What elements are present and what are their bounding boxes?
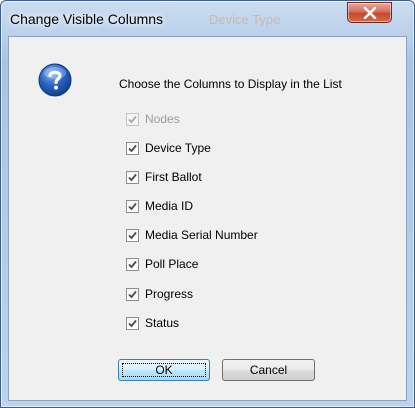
dialog-window: Change Visible Columns Device Type Choos… [0, 0, 415, 408]
check-icon [128, 231, 137, 239]
checkbox[interactable] [126, 141, 139, 155]
dialog-heading: Choose the Columns to Display in the Lis… [119, 77, 342, 91]
cancel-button[interactable]: Cancel [222, 359, 315, 381]
column-checkbox-media-serial-number[interactable]: Media Serial Number [126, 226, 258, 244]
checkbox-label: Media Serial Number [145, 228, 258, 242]
check-icon [128, 173, 137, 181]
check-icon [128, 290, 137, 298]
ok-button[interactable]: OK [118, 359, 210, 381]
checkbox[interactable] [126, 228, 139, 242]
column-checkbox-status[interactable]: Status [126, 314, 179, 332]
column-checkbox-poll-place[interactable]: Poll Place [126, 255, 198, 273]
checkbox-label: Device Type [145, 141, 211, 155]
checkbox-label: Status [145, 316, 180, 330]
title-bar[interactable]: Change Visible Columns Device Type [1, 1, 414, 37]
checkbox[interactable] [126, 287, 139, 301]
checkbox-label: Nodes [145, 112, 180, 126]
checkbox-label: Progress [145, 287, 194, 301]
check-icon [128, 115, 137, 123]
checkbox[interactable] [126, 170, 139, 184]
column-checkbox-media-id[interactable]: Media ID [126, 197, 193, 215]
cancel-button-label: Cancel [249, 363, 288, 377]
ok-button-label: OK [155, 363, 173, 377]
column-checkbox-progress[interactable]: Progress [126, 285, 193, 303]
question-icon [38, 63, 72, 97]
background-window-title: Device Type [209, 12, 281, 27]
close-icon [363, 6, 377, 19]
check-icon [128, 202, 137, 210]
checkbox[interactable] [126, 199, 139, 213]
check-icon [128, 319, 137, 327]
check-icon [128, 144, 137, 152]
checkbox-label: First Ballot [145, 170, 202, 184]
check-icon [128, 260, 137, 268]
dialog-body: Choose the Columns to Display in the Lis… [8, 36, 407, 401]
window-title: Change Visible Columns [10, 11, 164, 27]
checkbox-label: Poll Place [145, 257, 199, 271]
checkbox[interactable] [126, 112, 139, 126]
column-checkbox-nodes[interactable]: Nodes [126, 110, 180, 128]
column-checkbox-device-type[interactable]: Device Type [126, 139, 211, 157]
column-checkbox-first-ballot[interactable]: First Ballot [126, 168, 202, 186]
checkbox[interactable] [126, 316, 139, 330]
checkbox-label: Media ID [145, 199, 194, 213]
checkbox[interactable] [126, 257, 139, 271]
close-button[interactable] [347, 2, 392, 23]
